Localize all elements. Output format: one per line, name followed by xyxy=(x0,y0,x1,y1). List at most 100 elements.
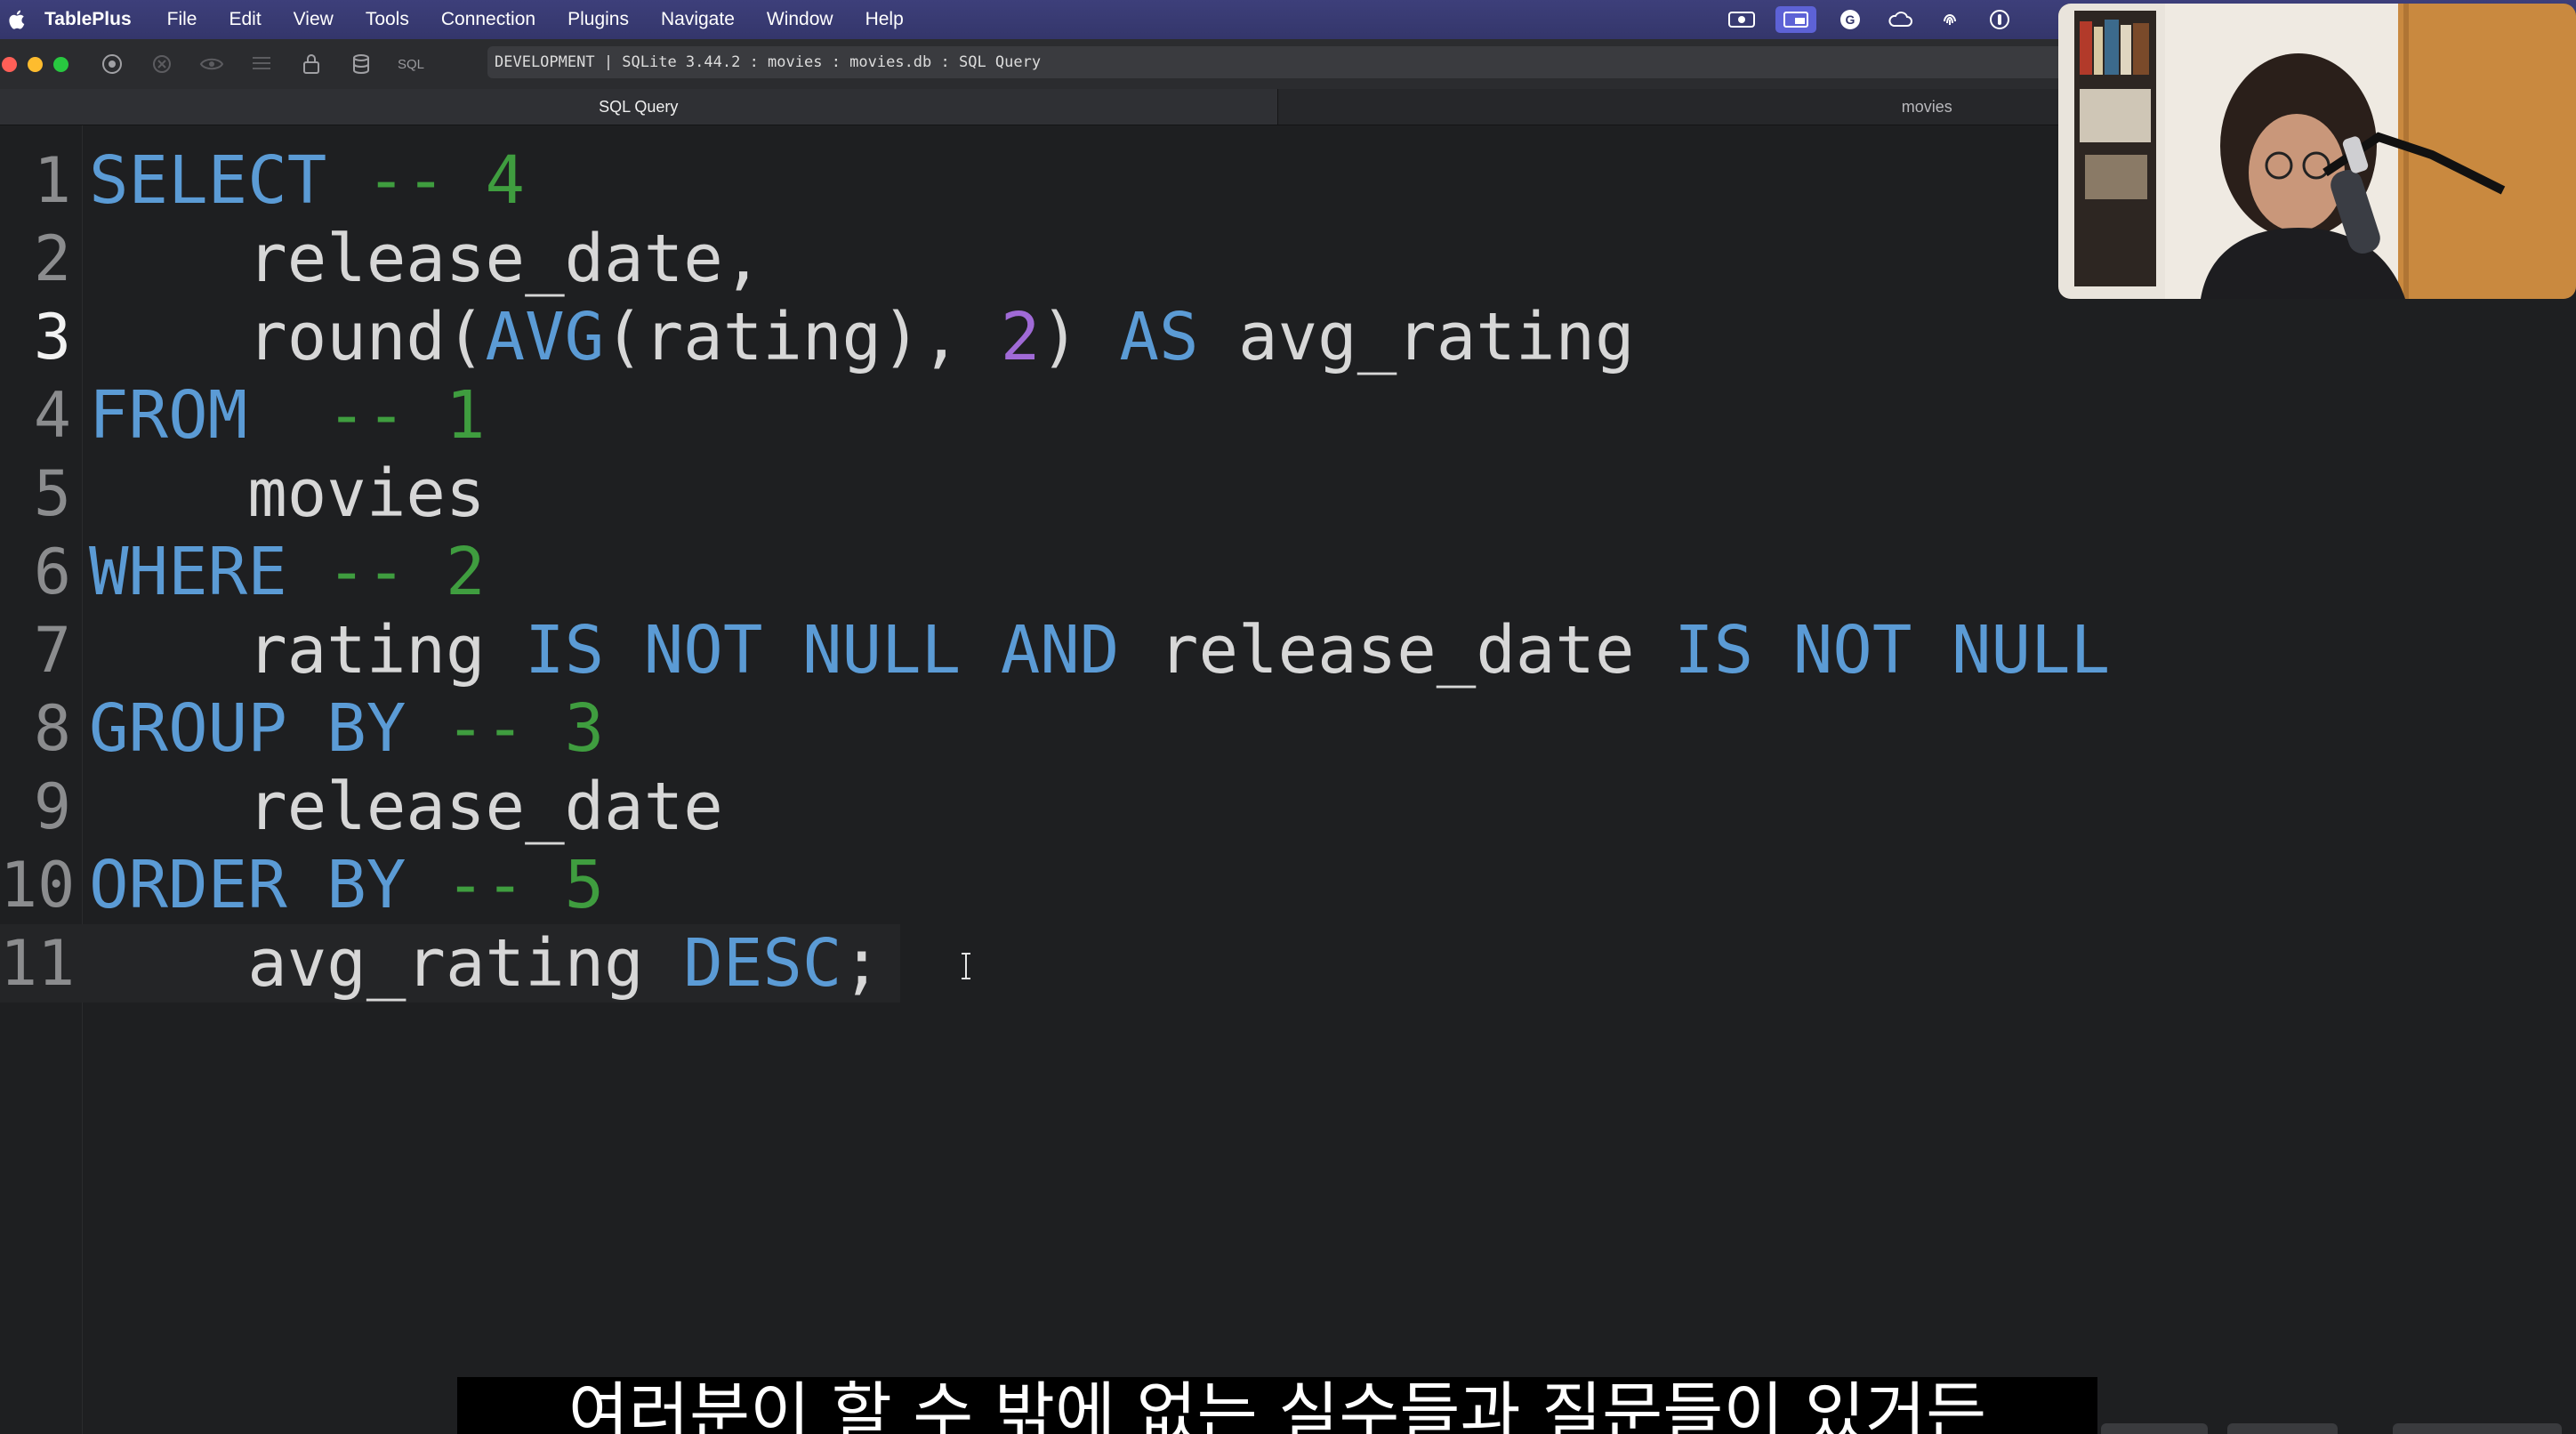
svg-text:G: G xyxy=(1846,12,1856,27)
code-text[interactable]: GROUP BY -- 3 xyxy=(89,689,604,768)
sql-token: (rating), xyxy=(604,299,1001,375)
code-line[interactable]: 6 WHERE -- 2 xyxy=(0,533,2576,611)
webcam-overlay xyxy=(2058,4,2576,299)
sql-keyword: FROM xyxy=(89,377,248,454)
sql-token: release_date xyxy=(1119,612,1675,689)
dock-item[interactable] xyxy=(2101,1423,2208,1434)
sql-token: ) xyxy=(1040,299,1120,375)
line-number: 7 xyxy=(33,614,71,687)
status-area: G xyxy=(1726,0,2033,39)
menu-edit[interactable]: Edit xyxy=(229,9,261,30)
code-line[interactable]: 3 round(AVG(rating), 2) AS avg_rating xyxy=(0,298,2576,376)
cloud-sync-icon[interactable] xyxy=(1884,6,1916,33)
code-text[interactable]: SELECT -- 4 xyxy=(89,141,525,220)
code-text[interactable]: movies xyxy=(89,455,486,533)
sql-token: rating xyxy=(89,612,526,689)
code-text[interactable]: release_date xyxy=(89,768,723,846)
sql-token: avg_rating xyxy=(89,925,684,1002)
webcam-image xyxy=(2058,4,2576,299)
dock-item[interactable] xyxy=(2227,1423,2338,1434)
line-number: 8 xyxy=(33,692,71,765)
fingerprint-icon[interactable] xyxy=(1934,6,1966,33)
menu-window[interactable]: Window xyxy=(767,9,833,30)
sql-number: 2 xyxy=(1000,299,1041,375)
text-cursor-icon xyxy=(962,953,970,979)
screen-record-icon[interactable] xyxy=(1726,6,1758,33)
sql-comment: -- 5 xyxy=(445,847,605,923)
code-text[interactable]: ORDER BY -- 5 xyxy=(89,846,604,924)
sql-token: release_date xyxy=(89,769,723,845)
sql-editor[interactable]: 1 SELECT -- 42 release_date, 3 round(AVG(r… xyxy=(0,125,2576,1434)
display-mirror-icon[interactable] xyxy=(1775,6,1816,33)
sql-token: movies xyxy=(89,455,486,532)
code-line[interactable]: 8 GROUP BY -- 3 xyxy=(0,689,2576,768)
sql-comment: -- 4 xyxy=(366,142,526,219)
line-number: 1 xyxy=(33,144,71,217)
menu-file[interactable]: File xyxy=(167,9,197,30)
code-line[interactable]: 4 FROM -- 1 xyxy=(0,376,2576,455)
stop-query-icon[interactable] xyxy=(149,51,175,77)
sql-keyword: GROUP BY xyxy=(89,690,407,767)
code-text[interactable]: avg_rating DESC; xyxy=(89,924,881,1003)
sql-keyword: IS NOT NULL xyxy=(1674,612,2111,689)
menu-connection[interactable]: Connection xyxy=(441,9,535,30)
menu-plugins[interactable]: Plugins xyxy=(568,9,629,30)
menu-navigate[interactable]: Navigate xyxy=(661,9,735,30)
menu-app-name[interactable]: TablePlus xyxy=(44,9,132,30)
sql-comment: -- 1 xyxy=(326,377,486,454)
sql-keyword: SELECT xyxy=(89,142,327,219)
sql-comment: -- 3 xyxy=(445,690,605,767)
grammarly-icon[interactable]: G xyxy=(1834,6,1866,33)
sql-keyword: WHERE xyxy=(89,534,287,610)
connection-info-bar[interactable]: DEVELOPMENT | SQLite 3.44.2 : movies : m… xyxy=(487,46,2178,78)
code-line[interactable]: 11 avg_rating DESC; xyxy=(0,924,900,1003)
line-number: 6 xyxy=(33,536,71,608)
close-window-button[interactable] xyxy=(2,56,17,72)
password-manager-icon[interactable] xyxy=(1984,6,2016,33)
line-number: 5 xyxy=(33,457,71,530)
connection-status-icon[interactable] xyxy=(99,51,125,77)
code-line[interactable]: 5 movies xyxy=(0,455,2576,533)
menu-tools[interactable]: Tools xyxy=(366,9,409,30)
code-line[interactable]: 10 ORDER BY -- 5 xyxy=(0,846,2576,924)
line-number: 9 xyxy=(33,770,71,843)
line-number: 2 xyxy=(33,222,71,295)
code-text[interactable]: rating IS NOT NULL AND release_date IS N… xyxy=(89,611,2110,689)
preview-eye-icon[interactable] xyxy=(198,51,225,77)
dock-item[interactable] xyxy=(2393,1423,2562,1434)
sql-keyword: AS xyxy=(1119,299,1199,375)
line-number: 3 xyxy=(33,301,71,374)
code-text[interactable]: WHERE -- 2 xyxy=(89,533,486,611)
sql-mode-label[interactable]: SQL xyxy=(398,57,424,72)
sql-keyword: AVG xyxy=(485,299,605,375)
code-text[interactable]: round(AVG(rating), 2) AS avg_rating xyxy=(89,298,1635,376)
menu-help[interactable]: Help xyxy=(865,9,904,30)
line-number: 11 xyxy=(0,927,76,1000)
video-subtitle: 여러분이 할 수 밖에 없는 실수들과 질문들이 있거든 xyxy=(457,1377,2097,1434)
zoom-window-button[interactable] xyxy=(53,56,68,72)
code-text[interactable]: FROM -- 1 xyxy=(89,376,486,455)
tab-sql-query[interactable]: SQL Query xyxy=(0,89,1278,125)
sql-token: round( xyxy=(89,299,486,375)
code-text[interactable]: release_date, xyxy=(89,220,762,298)
sql-token: ; xyxy=(841,925,882,1002)
sql-token: avg_rating xyxy=(1198,299,1635,375)
code-line[interactable]: 9 release_date xyxy=(0,768,2576,846)
apple-icon[interactable] xyxy=(7,9,25,30)
sql-keyword: DESC xyxy=(683,925,842,1002)
minimize-window-button[interactable] xyxy=(28,56,43,72)
line-number: 10 xyxy=(0,849,76,922)
structure-list-icon[interactable] xyxy=(248,51,275,77)
database-icon[interactable] xyxy=(348,51,374,77)
code-line[interactable]: 7 rating IS NOT NULL AND release_date IS… xyxy=(0,611,2576,689)
menu-view[interactable]: View xyxy=(294,9,334,30)
sql-keyword: ORDER BY xyxy=(89,847,407,923)
lock-icon[interactable] xyxy=(298,51,325,77)
line-number: 4 xyxy=(33,379,71,452)
sql-token: release_date, xyxy=(89,221,763,297)
